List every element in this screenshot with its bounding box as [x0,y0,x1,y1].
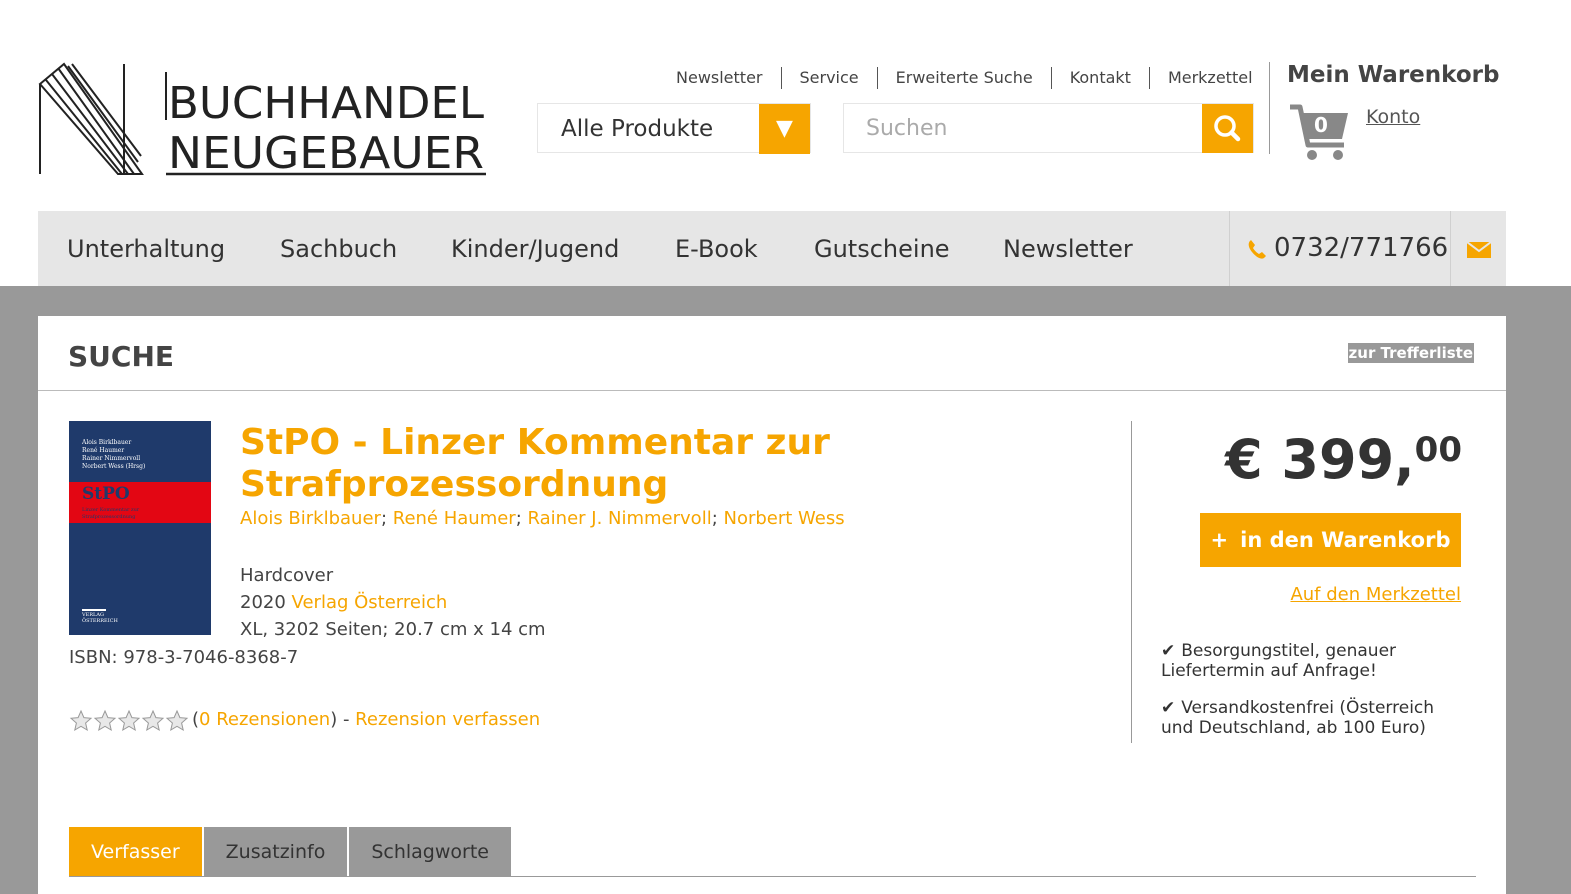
star-icon [141,709,165,732]
triangle-down-icon[interactable]: ▼ [759,104,810,154]
top-links: Newsletter Service Erweiterte Suche Kont… [676,66,1271,90]
phone-icon [1248,240,1266,259]
book-year: 2020 [240,592,286,613]
author-link[interactable]: Rainer J. Nimmervoll [528,508,712,529]
top-link-service[interactable]: Service [780,67,877,89]
feature-item: ✔ Besorgungstitel, genauer Liefertermin a… [1161,641,1397,681]
phone-contact[interactable]: 0732/771766 [1229,211,1450,286]
search-button[interactable] [1202,104,1253,153]
search-box [843,103,1254,153]
rating-stars [69,709,189,733]
plus-icon: + [1210,528,1229,552]
publisher-link[interactable]: Verlag Österreich [292,592,448,613]
cart-title[interactable]: Mein Warenkorb [1287,62,1499,88]
price-main: € 399, [1225,428,1415,491]
star-icon [93,709,117,732]
nav-item-gutscheine[interactable]: Gutscheine [814,235,950,263]
nav-item-e-book[interactable]: E-Book [675,235,758,263]
book-cover[interactable]: Alois Birklbauer René Haumer Rainer Nimm… [69,421,211,635]
cover-subtitle: Linzer Kommentar zur Strafprozessordnung [82,507,140,520]
author-link[interactable]: Norbert Wess [724,508,845,529]
search-input[interactable] [844,104,1202,152]
price: € 399,00 [1200,428,1462,491]
star-icon [165,709,189,732]
product-filter-select[interactable]: Alle Produkte ▼ [537,103,811,154]
wishlist-link[interactable]: Auf den Merkzettel [1200,584,1461,605]
mail-button[interactable] [1450,211,1507,286]
tab-schlagworte[interactable]: Schlagworte [349,827,511,877]
tab-zusatzinfo[interactable]: Zusatzinfo [203,827,348,877]
divider [38,390,1506,391]
phone-number: 0732/771766 [1274,233,1449,263]
cover-publisher: VERLAG ÖSTERREICH [82,609,118,624]
book-isbn: ISBN: 978-3-7046-8368-7 [69,647,299,668]
cover-editors: Alois Birklbauer René Haumer Rainer Nimm… [82,439,146,470]
book-details: XL, 3202 Seiten; 20.7 cm x 14 cm [240,619,546,640]
author-link[interactable]: René Haumer [393,508,516,529]
nav-item-sachbuch[interactable]: Sachbuch [280,235,397,263]
logo[interactable]: BUCHHANDEL NEUGEBAUER [38,62,488,182]
account-link[interactable]: Konto [1366,106,1420,128]
search-icon [1214,115,1241,142]
top-link-newsletter[interactable]: Newsletter [676,67,781,89]
book-binding: Hardcover [240,565,334,586]
reviews-link[interactable]: 0 Rezensionen [199,709,330,730]
main-nav: Unterhaltung Sachbuch Kinder/Jugend E-Bo… [38,211,1506,286]
back-to-results-link[interactable]: zur Trefferliste [1347,343,1474,363]
check-icon: ✔ [1161,641,1176,661]
star-icon [69,709,93,732]
star-icon [117,709,141,732]
book-authors: Alois Birklbauer; René Haumer; Rainer J.… [240,508,845,529]
rating-summary: (0 Rezensionen) - Rezension verfassen [192,709,541,730]
logo-line2: NEUGEBAUER [168,128,484,179]
add-to-cart-label: in den Warenkorb [1240,528,1451,552]
logo-line1: BUCHHANDEL [168,78,484,129]
feature-item: ✔ Versandkostenfrei (Österreich und Deuts… [1161,698,1435,738]
page-title: SUCHE [68,340,175,373]
header-divider [1269,62,1270,154]
nav-item-unterhaltung[interactable]: Unterhaltung [67,235,225,263]
top-link-kontakt[interactable]: Kontakt [1050,67,1149,89]
detail-tabs: Verfasser Zusatzinfo Schlagworte [69,827,513,877]
envelope-icon [1467,242,1491,258]
tab-verfasser[interactable]: Verfasser [69,827,202,877]
check-icon: ✔ [1161,698,1176,718]
author-link[interactable]: Alois Birklbauer [240,508,381,529]
price-cents: 00 [1414,430,1462,470]
cover-title: StPO [82,484,130,504]
cart-count: 0 [1314,113,1328,137]
top-link-erweiterte-suche[interactable]: Erweiterte Suche [876,67,1051,89]
write-review-link[interactable]: Rezension verfassen [355,709,540,730]
column-divider [1131,421,1132,743]
nav-item-kinder-jugend[interactable]: Kinder/Jugend [451,235,619,263]
top-link-merkzettel[interactable]: Merkzettel [1148,67,1271,89]
add-to-cart-button[interactable]: + in den Warenkorb [1200,513,1461,567]
tabs-divider [69,876,1476,877]
book-publication: 2020 Verlag Österreich [240,592,447,613]
book-title: StPO - Linzer Kommentar zur Strafprozess… [240,422,830,505]
product-filter-value: Alle Produkte [561,116,714,142]
nav-item-newsletter[interactable]: Newsletter [1003,235,1133,263]
